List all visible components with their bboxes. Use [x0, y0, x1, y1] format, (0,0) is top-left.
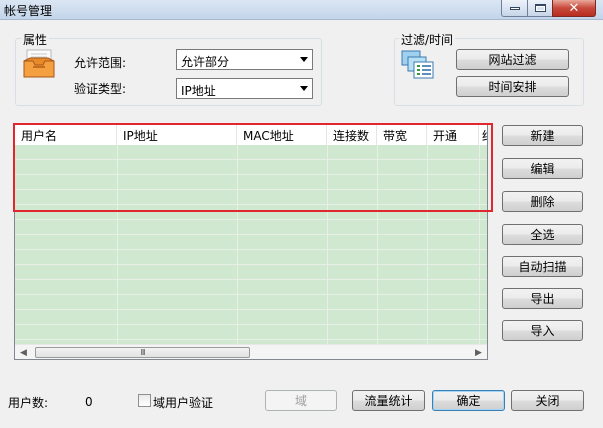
grid-line	[15, 324, 487, 325]
auth-type-select[interactable]: IP地址	[176, 78, 313, 99]
grid-line	[15, 339, 487, 340]
site-filter-label: 网站过滤	[488, 53, 537, 67]
inbox-tray-icon	[23, 49, 55, 78]
column-header-bandwidth[interactable]: 带宽	[377, 124, 427, 145]
new-label: 新建	[530, 129, 555, 143]
domain-label: 域	[294, 394, 307, 408]
domain-auth-label[interactable]: 域用户验证	[153, 394, 213, 411]
domain-auth-checkbox[interactable]	[138, 394, 151, 407]
column-header-mac[interactable]: MAC地址	[237, 124, 327, 145]
title-bar: 帐号管理 ✕	[0, 0, 603, 20]
grid-line	[117, 145, 118, 357]
allow-scope-select[interactable]: 允许部分	[176, 49, 313, 70]
grid-line	[15, 159, 487, 160]
edit-button[interactable]: 编辑	[502, 158, 583, 179]
traffic-stats-label: 流量统计	[364, 394, 413, 408]
chevron-down-icon	[300, 57, 308, 62]
delete-button[interactable]: 删除	[502, 191, 583, 212]
scroll-left-icon[interactable]: ◀	[15, 345, 32, 359]
grid-line	[237, 145, 238, 357]
maximize-button[interactable]	[527, 0, 553, 17]
grid-line	[15, 189, 487, 190]
table-header: 用户名 IP地址 MAC地址 连接数 带宽 开通 结	[15, 124, 487, 145]
grid-line	[15, 249, 487, 250]
grid-line	[15, 174, 487, 175]
auth-type-value: IP地址	[181, 84, 216, 98]
scroll-right-icon[interactable]: ▶	[470, 345, 487, 359]
auto-scan-label: 自动扫描	[518, 260, 567, 274]
grip-icon: III	[140, 348, 145, 357]
column-header-connections[interactable]: 连接数	[327, 124, 377, 145]
horizontal-scrollbar[interactable]: ◀ III ▶	[15, 344, 487, 359]
schedule-label: 时间安排	[488, 80, 537, 94]
grid-line	[479, 145, 480, 357]
close-window-button[interactable]: ✕	[552, 0, 596, 17]
grid-line	[15, 264, 487, 265]
grid-line	[15, 279, 487, 280]
close-icon: ✕	[568, 0, 580, 16]
grid-line	[15, 219, 487, 220]
user-count-label: 用户数:	[8, 396, 49, 410]
allow-scope-label: 允许范围:	[74, 56, 127, 70]
minimize-icon	[509, 6, 520, 10]
import-label: 导入	[530, 324, 555, 338]
delete-label: 删除	[530, 195, 555, 209]
grid-line	[15, 204, 487, 205]
auto-scan-button[interactable]: 自动扫描	[502, 256, 583, 277]
schedule-button[interactable]: 时间安排	[456, 76, 569, 97]
export-button[interactable]: 导出	[502, 288, 583, 309]
table-body[interactable]	[15, 145, 487, 357]
column-header-truncated[interactable]: 结	[479, 124, 487, 145]
minimize-button[interactable]	[501, 0, 528, 17]
domain-button[interactable]: 域	[265, 390, 337, 411]
ok-label: 确定	[456, 394, 481, 408]
allow-scope-value: 允许部分	[181, 55, 230, 69]
maximize-icon	[534, 4, 546, 12]
column-header-username[interactable]: 用户名	[15, 124, 117, 145]
new-button[interactable]: 新建	[502, 125, 583, 146]
export-label: 导出	[530, 292, 555, 306]
close-label: 关闭	[535, 394, 560, 408]
filter-time-group-title: 过滤/时间	[399, 31, 456, 48]
column-header-activated[interactable]: 开通	[427, 124, 479, 145]
grid-line	[427, 145, 428, 357]
select-all-button[interactable]: 全选	[502, 224, 583, 245]
ok-button[interactable]: 确定	[432, 390, 505, 411]
close-button[interactable]: 关闭	[511, 390, 584, 411]
grid-line	[15, 294, 487, 295]
grid-line	[15, 234, 487, 235]
user-table[interactable]: 用户名 IP地址 MAC地址 连接数 带宽 开通 结 ◀ III ▶	[14, 123, 488, 360]
chevron-down-icon	[300, 86, 308, 91]
grid-line	[327, 145, 328, 357]
traffic-stats-button[interactable]: 流量统计	[352, 390, 425, 411]
window-title: 帐号管理	[4, 4, 53, 18]
column-header-ip[interactable]: IP地址	[117, 124, 237, 145]
edit-label: 编辑	[530, 162, 555, 176]
grid-line	[377, 145, 378, 357]
user-count-value: 0	[85, 395, 93, 409]
import-button[interactable]: 导入	[502, 320, 583, 341]
site-filter-button[interactable]: 网站过滤	[456, 49, 569, 70]
auth-type-label: 验证类型:	[74, 82, 127, 96]
scrollbar-thumb[interactable]: III	[35, 347, 250, 358]
select-all-label: 全选	[530, 228, 555, 242]
grid-line	[15, 309, 487, 310]
attributes-group-title: 属性	[21, 31, 50, 48]
list-windows-icon	[401, 50, 434, 79]
